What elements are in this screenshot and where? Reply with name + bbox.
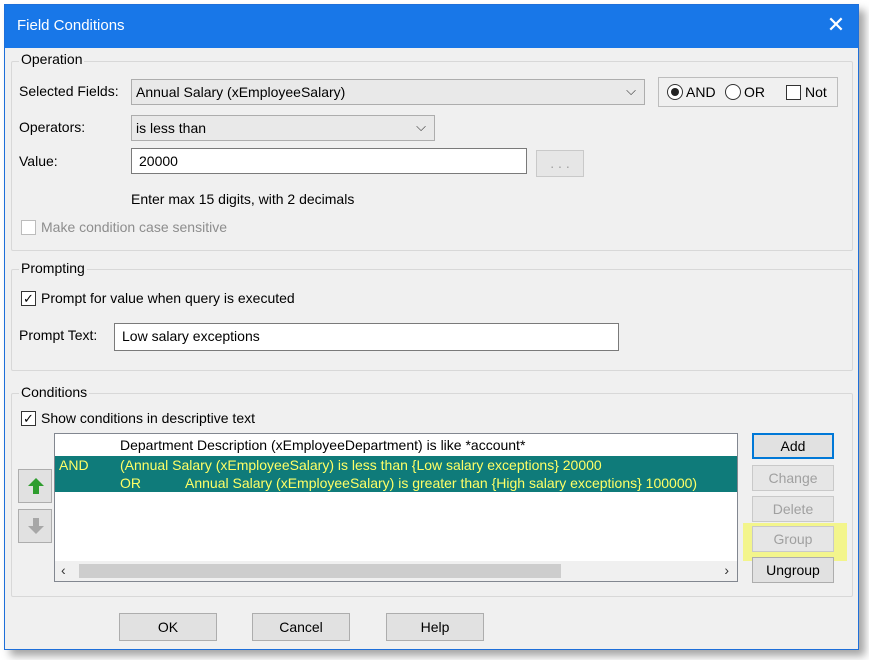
- condition-row[interactable]: Department Description (xEmployeeDepartm…: [55, 436, 737, 454]
- operators-value: is less than: [136, 120, 207, 136]
- not-checkbox[interactable]: [786, 85, 801, 100]
- prompt-checkbox[interactable]: ✓: [21, 291, 36, 306]
- condition-text: (Annual Salary (xEmployeeSalary) is less…: [120, 457, 602, 473]
- and-label: AND: [686, 84, 716, 100]
- condition-conjunction: OR: [120, 475, 141, 491]
- selected-fields-value: Annual Salary (xEmployeeSalary): [136, 84, 346, 100]
- condition-text: Annual Salary (xEmployeeSalary) is great…: [185, 475, 698, 491]
- case-sensitive-checkbox[interactable]: [21, 220, 36, 235]
- selected-fields-label: Selected Fields:: [19, 83, 119, 99]
- chevron-down-icon: ⌵: [416, 119, 426, 134]
- group-button[interactable]: Group: [752, 526, 834, 552]
- operation-legend: Operation: [19, 51, 85, 67]
- condition-conjunction: AND: [59, 457, 89, 473]
- cancel-button[interactable]: Cancel: [252, 613, 350, 641]
- condition-text: Department Description (xEmployeeDepartm…: [120, 437, 526, 453]
- prompting-group: [11, 269, 853, 371]
- horizontal-scrollbar[interactable]: ‹ ›: [55, 561, 737, 581]
- scroll-right-icon[interactable]: ›: [724, 562, 729, 578]
- show-descriptive-label: Show conditions in descriptive text: [41, 410, 255, 426]
- ok-button[interactable]: OK: [119, 613, 217, 641]
- operators-dropdown[interactable]: is less than ⌵: [131, 115, 435, 141]
- logic-options-box: AND OR Not: [658, 77, 838, 107]
- conditions-list[interactable]: Department Description (xEmployeeDepartm…: [54, 433, 738, 582]
- value-text: 20000: [139, 153, 178, 169]
- delete-button[interactable]: Delete: [752, 496, 834, 522]
- not-label: Not: [805, 84, 827, 100]
- value-input[interactable]: 20000: [131, 148, 527, 174]
- scroll-left-icon[interactable]: ‹: [61, 562, 66, 578]
- condition-row[interactable]: OR Annual Salary (xEmployeeSalary) is gr…: [55, 474, 737, 492]
- prompt-checkbox-label: Prompt for value when query is executed: [41, 290, 295, 306]
- prompt-text-label: Prompt Text:: [19, 327, 98, 343]
- prompt-text-input[interactable]: Low salary exceptions: [114, 323, 619, 351]
- ungroup-button[interactable]: Ungroup: [752, 557, 834, 583]
- or-radio[interactable]: [725, 84, 741, 100]
- radio-selected-dot: [671, 88, 679, 96]
- change-button[interactable]: Change: [752, 465, 834, 491]
- selected-fields-dropdown[interactable]: Annual Salary (xEmployeeSalary) ⌵: [131, 79, 645, 105]
- prompt-text-value: Low salary exceptions: [122, 328, 260, 344]
- case-sensitive-label: Make condition case sensitive: [41, 219, 227, 235]
- field-conditions-dialog: Field Conditions ✕ Operation Selected Fi…: [4, 4, 859, 650]
- operators-label: Operators:: [19, 119, 86, 135]
- title-bar: Field Conditions ✕: [5, 5, 858, 48]
- value-hint: Enter max 15 digits, with 2 decimals: [131, 191, 355, 207]
- help-button[interactable]: Help: [386, 613, 484, 641]
- or-label: OR: [744, 84, 765, 100]
- and-radio[interactable]: [667, 84, 683, 100]
- chevron-down-icon: ⌵: [626, 83, 636, 98]
- condition-row[interactable]: AND (Annual Salary (xEmployeeSalary) is …: [55, 456, 737, 474]
- close-icon[interactable]: ✕: [824, 11, 848, 39]
- value-label: Value:: [19, 153, 58, 169]
- up-arrow-icon: [28, 478, 44, 494]
- show-descriptive-checkbox[interactable]: ✓: [21, 411, 36, 426]
- scrollbar-thumb[interactable]: [79, 564, 561, 578]
- conditions-legend: Conditions: [19, 384, 90, 400]
- prompting-legend: Prompting: [19, 260, 87, 276]
- down-arrow-icon: [28, 518, 44, 534]
- ellipsis-button[interactable]: . . .: [536, 150, 584, 177]
- add-button[interactable]: Add: [752, 433, 834, 459]
- move-down-button[interactable]: [18, 509, 52, 543]
- window-title: Field Conditions: [17, 17, 125, 34]
- move-up-button[interactable]: [18, 469, 52, 503]
